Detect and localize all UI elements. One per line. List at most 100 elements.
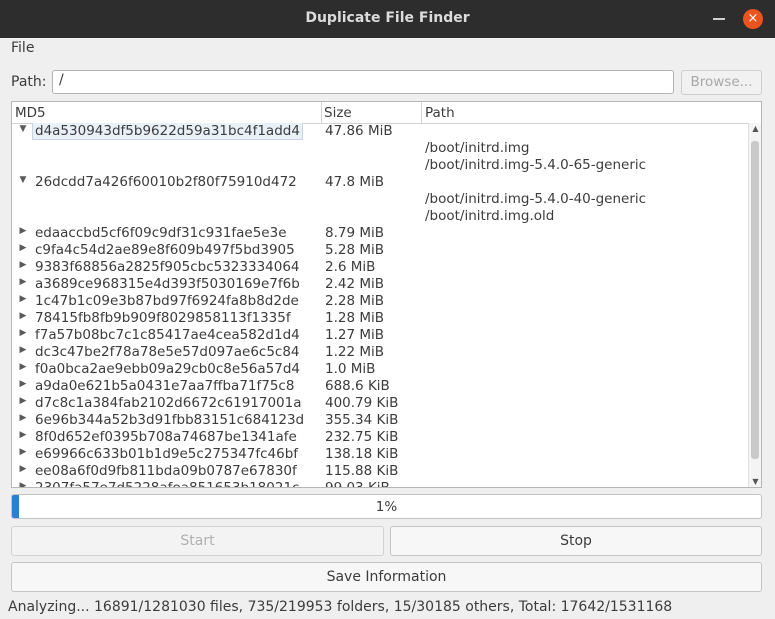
md5-cell: 2307fa57e7d5228afea851653b18021c — [35, 480, 299, 487]
path-cell: /boot/initrd.img-5.4.0-40-generic — [425, 191, 647, 207]
size-cell: 1.27 MiB — [325, 327, 385, 343]
column-header-md5[interactable]: MD5 — [15, 105, 46, 121]
tree-child-row[interactable]: /boot/initrd.img-5.4.0-65-generic — [12, 157, 747, 174]
start-button[interactable]: Start — [11, 526, 384, 556]
tree-row[interactable]: ▶ 2307fa57e7d5228afea851653b18021c 99.03 K… — [12, 480, 747, 487]
tree-row[interactable]: ▶ c9fa4c54d2ae89e8f609b497f5bd3905 5.28 Mi… — [12, 242, 747, 259]
tree-row[interactable]: ▶ 8f0d652ef0395b708a74687be1341afe 232.75 … — [12, 429, 747, 446]
stop-button[interactable]: Stop — [390, 526, 762, 556]
expand-arrow-right-icon[interactable]: ▶ — [17, 481, 29, 487]
results-tree[interactable]: MD5 Size Path ▼ d4a530943df5b9622d59a31bc… — [11, 101, 762, 488]
scroll-up-icon[interactable]: ▲ — [749, 124, 761, 133]
expand-arrow-right-icon[interactable]: ▶ — [17, 277, 29, 287]
scrollbar-thumb[interactable] — [751, 141, 759, 459]
menu-bar: File — [0, 38, 775, 60]
tree-row[interactable]: ▶ a9da0e621b5a0431e7aa7ffba71f75c8 688.6 K… — [12, 378, 747, 395]
tree-row[interactable]: ▼ d4a530943df5b9622d59a31bc4f1add4 47.86 M… — [12, 123, 747, 140]
path-cell: /boot/initrd.img-5.4.0-65-generic — [425, 157, 647, 173]
md5-cell: edaaccbd5cf6f09c9df31c931fae5e3e — [35, 225, 287, 241]
tree-row[interactable]: ▶ d7c8c1a384fab2102d6672c61917001a 400.79 … — [12, 395, 747, 412]
md5-cell: f7a57b08bc7c1c85417ae4cea582d1d4 — [35, 327, 300, 343]
size-cell: 47.8 MiB — [325, 174, 385, 190]
browse-button[interactable]: Browse... — [681, 70, 762, 95]
expand-arrow-right-icon[interactable]: ▶ — [17, 260, 29, 270]
size-cell: 5.28 MiB — [325, 242, 385, 258]
md5-cell: 1c47b1c09e3b87bd97f6924fa8b8d2de — [35, 293, 299, 309]
tree-row[interactable]: ▶ e69966c633b01b1d9e5c275347fc46bf 138.18 … — [12, 446, 747, 463]
column-divider[interactable] — [421, 102, 422, 123]
close-icon[interactable]: × — [743, 9, 763, 29]
tree-row[interactable]: ▶ a3689ce968315e4d393f5030169e7f6b 2.42 Mi… — [12, 276, 747, 293]
size-cell: 138.18 KiB — [325, 446, 399, 462]
md5-cell: 78415fb8fb9b909f8029858113f1335f — [35, 310, 291, 326]
size-cell: 1.0 MiB — [325, 361, 376, 377]
path-label: Path: — [11, 74, 47, 90]
title-bar: Duplicate File Finder × — [0, 0, 775, 38]
md5-cell: 8f0d652ef0395b708a74687be1341afe — [35, 429, 297, 445]
tree-child-row[interactable]: /boot/initrd.img-5.4.0-40-generic — [12, 191, 747, 208]
expand-arrow-down-icon[interactable]: ▼ — [17, 175, 29, 185]
size-cell: 400.79 KiB — [325, 395, 399, 411]
column-divider[interactable] — [321, 102, 322, 123]
md5-cell: c9fa4c54d2ae89e8f609b497f5bd3905 — [35, 242, 295, 258]
column-header-path[interactable]: Path — [425, 105, 455, 121]
md5-cell: 6e96b344a52b3d91fbb83151c684123d — [35, 412, 305, 428]
expand-arrow-right-icon[interactable]: ▶ — [17, 328, 29, 338]
expand-arrow-right-icon[interactable]: ▶ — [17, 430, 29, 440]
tree-row[interactable]: ▶ f0a0bca2ae9ebb09a29cb0c8e56a57d4 1.0 MiB — [12, 361, 747, 378]
md5-cell: 26dcdd7a426f60010b2f80f75910d472 — [35, 174, 297, 190]
tree-row[interactable]: ▶ 9383f68856a2825f905cbc5323334064 2.6 MiB — [12, 259, 747, 276]
vertical-scrollbar[interactable]: ▲ ▼ — [748, 123, 761, 487]
size-cell: 99.03 KiB — [325, 480, 390, 487]
size-cell: 2.28 MiB — [325, 293, 385, 309]
expand-arrow-right-icon[interactable]: ▶ — [17, 311, 29, 321]
tree-row[interactable]: ▶ 6e96b344a52b3d91fbb83151c684123d 355.34 … — [12, 412, 747, 429]
expand-arrow-right-icon[interactable]: ▶ — [17, 413, 29, 423]
expand-arrow-down-icon[interactable]: ▼ — [17, 124, 29, 134]
minimize-icon[interactable] — [713, 18, 725, 20]
expand-arrow-right-icon[interactable]: ▶ — [17, 243, 29, 253]
size-cell: 1.28 MiB — [325, 310, 385, 326]
save-information-button[interactable]: Save Information — [11, 562, 762, 592]
tree-child-row[interactable]: /boot/initrd.img.old — [12, 208, 747, 225]
size-cell: 688.6 KiB — [325, 378, 390, 394]
tree-child-row[interactable]: /boot/initrd.img — [12, 140, 747, 157]
tree-row[interactable]: ▶ 78415fb8fb9b909f8029858113f1335f 1.28 Mi… — [12, 310, 747, 327]
size-cell: 232.75 KiB — [325, 429, 399, 445]
progress-bar: 1% — [11, 494, 762, 519]
progress-text: 1% — [375, 499, 398, 515]
tree-row[interactable]: ▶ edaaccbd5cf6f09c9df31c931fae5e3e 8.79 Mi… — [12, 225, 747, 242]
md5-cell: d7c8c1a384fab2102d6672c61917001a — [35, 395, 302, 411]
scroll-down-icon[interactable]: ▼ — [749, 477, 761, 486]
tree-row[interactable]: ▶ ee08a6f0d9fb811bda09b0787e67830f 115.88 … — [12, 463, 747, 480]
size-cell: 115.88 KiB — [325, 463, 399, 479]
md5-cell: dc3c47be2f78a78e5e57d097ae6c5c84 — [35, 344, 300, 360]
size-cell: 8.79 MiB — [325, 225, 385, 241]
tree-row[interactable]: ▶ f7a57b08bc7c1c85417ae4cea582d1d4 1.27 Mi… — [12, 327, 747, 344]
md5-cell: a9da0e621b5a0431e7aa7ffba71f75c8 — [35, 378, 295, 394]
tree-rows: ▼ d4a530943df5b9622d59a31bc4f1add4 47.86 M… — [12, 123, 747, 487]
column-header-size[interactable]: Size — [324, 105, 352, 121]
md5-cell: d4a530943df5b9622d59a31bc4f1add4 — [32, 123, 303, 140]
expand-arrow-right-icon[interactable]: ▶ — [17, 345, 29, 355]
window-title: Duplicate File Finder — [305, 10, 470, 26]
md5-cell: 9383f68856a2825f905cbc5323334064 — [35, 259, 300, 275]
size-cell: 1.22 MiB — [325, 344, 385, 360]
expand-arrow-right-icon[interactable]: ▶ — [17, 226, 29, 236]
size-cell: 47.86 MiB — [325, 123, 393, 139]
expand-arrow-right-icon[interactable]: ▶ — [17, 447, 29, 457]
tree-row[interactable]: ▶ dc3c47be2f78a78e5e57d097ae6c5c84 1.22 Mi… — [12, 344, 747, 361]
path-input[interactable]: / — [52, 70, 674, 94]
expand-arrow-right-icon[interactable]: ▶ — [17, 396, 29, 406]
tree-row[interactable]: ▼ 26dcdd7a426f60010b2f80f75910d472 47.8 Mi… — [12, 174, 747, 191]
tree-row[interactable]: ▶ 1c47b1c09e3b87bd97f6924fa8b8d2de 2.28 Mi… — [12, 293, 747, 310]
menu-file[interactable]: File — [11, 40, 34, 56]
md5-cell: a3689ce968315e4d393f5030169e7f6b — [35, 276, 300, 292]
expand-arrow-right-icon[interactable]: ▶ — [17, 294, 29, 304]
expand-arrow-right-icon[interactable]: ▶ — [17, 464, 29, 474]
expand-arrow-right-icon[interactable]: ▶ — [17, 362, 29, 372]
path-cell: /boot/initrd.img.old — [425, 208, 555, 224]
size-cell: 2.42 MiB — [325, 276, 385, 292]
expand-arrow-right-icon[interactable]: ▶ — [17, 379, 29, 389]
md5-cell: ee08a6f0d9fb811bda09b0787e67830f — [35, 463, 297, 479]
